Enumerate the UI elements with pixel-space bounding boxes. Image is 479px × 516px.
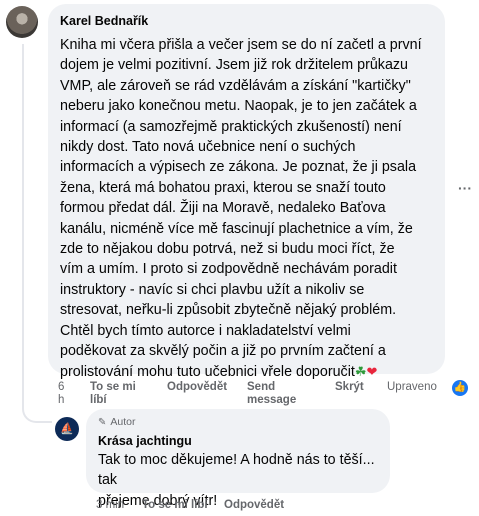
- reply-time[interactable]: 3 min: [96, 499, 124, 512]
- reply-actions: 3 min To se mi líbí Odpovědět: [0, 0, 479, 516]
- reply-like-button[interactable]: To se mi líbí: [142, 499, 208, 512]
- reply-reply-button[interactable]: Odpovědět: [224, 499, 284, 512]
